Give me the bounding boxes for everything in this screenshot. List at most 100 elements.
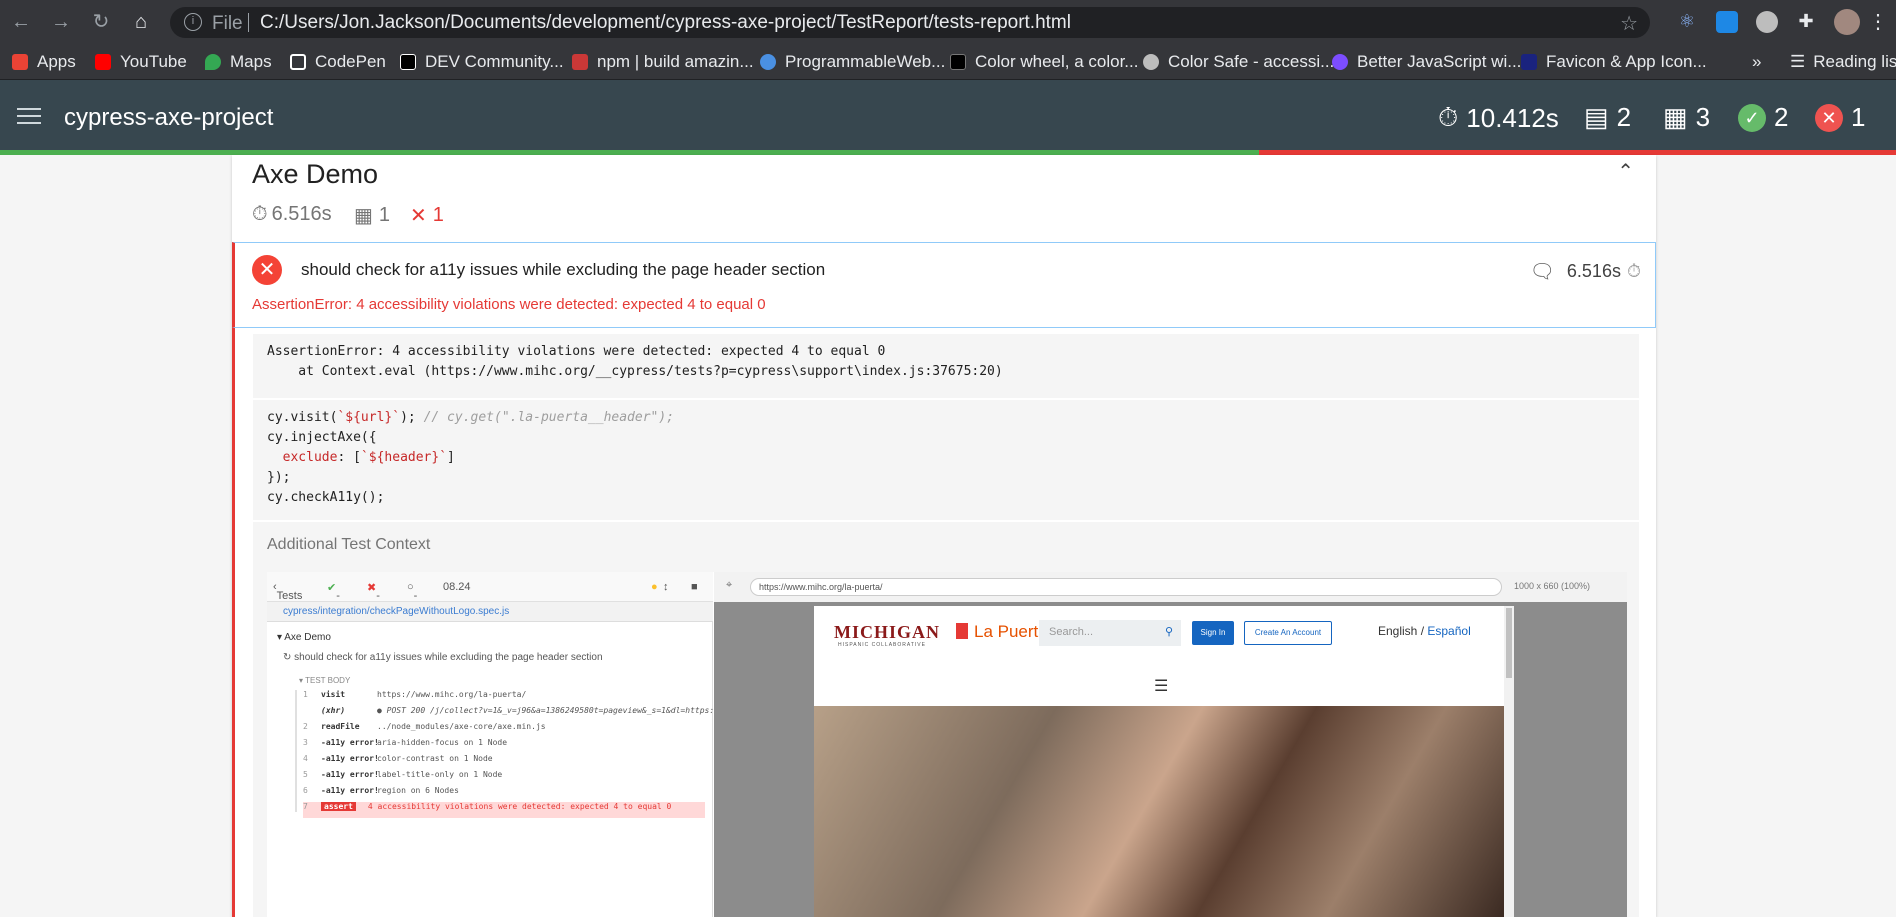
bookmark-label: Color Safe - accessi... xyxy=(1168,52,1335,71)
command-row: (xhr) ● POST 200 /j/collect?v=1&_v=j96&a=… xyxy=(321,706,777,715)
additional-context: Additional Test Context ‹ Tests ✔ -- ✖ -… xyxy=(253,522,1639,917)
bookmark-label: Apps xyxy=(37,52,76,71)
codepen-icon xyxy=(290,54,306,70)
aut-url: https://www.mihc.org/la-puerta/ xyxy=(750,578,1502,596)
extensions-puzzle-icon[interactable]: ✚ xyxy=(1795,11,1817,33)
site-search-input: Search... ⚲ xyxy=(1039,620,1181,646)
comment-icon[interactable]: 🗨 xyxy=(1530,259,1555,284)
resize-icon: ↕ xyxy=(663,581,669,593)
stop-icon: ■ xyxy=(691,581,698,593)
context-label: Additional Test Context xyxy=(267,536,431,553)
test-row[interactable]: ✕ should check for a11y issues while exc… xyxy=(232,242,1656,328)
michigan-logo-subtitle: HISPANIC COLLABORATIVE xyxy=(838,642,926,648)
reload-icon[interactable]: ↻ xyxy=(89,10,113,34)
michigan-logo: MICHIGAN xyxy=(834,622,940,642)
bookmark-color-wheel[interactable]: Color wheel, a color... xyxy=(950,52,1138,72)
site-menu-icon: ☰ xyxy=(1154,678,1169,695)
context-screenshot[interactable]: ‹ Tests ✔ -- ✖ -- ○ -- 08.24 ● ↕ ■ cypre… xyxy=(267,572,1627,917)
color-wheel-icon xyxy=(950,54,966,70)
passed-count[interactable]: ✓ 2 xyxy=(1738,102,1788,133)
bookmark-programmableweb[interactable]: ProgrammableWeb... xyxy=(760,52,945,72)
test-code: cy.visit(`${url}`); // cy.get(".la-puert… xyxy=(267,410,675,505)
suite-failed-value: 1 xyxy=(432,204,444,226)
bookmark-apps[interactable]: Apps xyxy=(12,52,76,72)
pending-stat: ○ -- xyxy=(407,581,418,614)
info-icon[interactable]: i xyxy=(184,13,202,31)
react-devtools-icon[interactable]: ⚛ xyxy=(1676,11,1698,33)
test-code-block: cy.visit(`${url}`); // cy.get(".la-puert… xyxy=(253,400,1639,520)
bookmark-label: Maps xyxy=(230,52,272,71)
favicon-icon xyxy=(1521,54,1537,70)
menu-kebab-icon[interactable]: ⋮ xyxy=(1866,10,1890,34)
report-header: cypress-axe-project ⏱ 10.412s ▤ 2 ▦ 3 ✓ 2 ✕ 1 xyxy=(0,80,1896,152)
globe-icon xyxy=(1143,54,1159,70)
bookmark-dev[interactable]: DEV Community... xyxy=(400,52,564,72)
command-row: 5 -a11y error!label-title-only on 1 Node xyxy=(303,770,503,779)
stopwatch-icon: ⏱ xyxy=(1438,102,1459,132)
failed-stat: ✖ -- xyxy=(367,582,380,614)
back-icon[interactable]: ← xyxy=(9,10,33,34)
suite-title: Axe Demo xyxy=(252,159,379,189)
failed-count[interactable]: ✕ 1 xyxy=(1815,102,1865,133)
home-icon[interactable]: ⌂ xyxy=(129,10,153,34)
clipboard-icon: ▦ xyxy=(1663,102,1688,132)
dev-icon xyxy=(400,54,416,70)
bookmark-maps[interactable]: Maps xyxy=(205,52,272,72)
bookmark-color-safe[interactable]: Color Safe - accessi... xyxy=(1143,52,1334,72)
profile-avatar[interactable] xyxy=(1834,9,1860,35)
forward-icon[interactable]: → xyxy=(49,10,73,34)
suite-failed: ✕ 1 xyxy=(410,203,444,228)
reading-list-label: Reading list xyxy=(1813,52,1896,71)
bookmark-label: ProgrammableWeb... xyxy=(785,52,946,71)
browser-toolbar: ← → ↻ ⌂ i File C:/Users/Jon.Jackson/Docu… xyxy=(0,0,1896,44)
report-content: Axe Demo ⌃ ⏱ 6.516s ▦ 1 ✕ 1 ✕ should check … xyxy=(0,155,1896,917)
aut-viewport-size: 1000 x 660 (100%) xyxy=(1514,581,1591,591)
bookmark-codepen[interactable]: CodePen xyxy=(290,52,386,72)
suite-duration-value: 6.516s xyxy=(271,203,332,225)
suite-card: Axe Demo ⌃ ⏱ 6.516s ▦ 1 ✕ 1 ✕ should check … xyxy=(232,155,1656,917)
command-row: 3 -a11y error!aria-hidden-focus on 1 Node xyxy=(303,738,508,747)
bookmark-favicon[interactable]: Favicon & App Icon... xyxy=(1521,52,1707,72)
app-under-test-panel: ⌖ https://www.mihc.org/la-puerta/ 1000 x… xyxy=(714,572,1627,917)
tests-count: ▦ 3 xyxy=(1663,102,1710,133)
x-circle-icon: ✕ xyxy=(1815,103,1843,132)
bookmarks-overflow[interactable]: » xyxy=(1752,52,1761,72)
bookmark-npm[interactable]: npm | build amazin... xyxy=(572,52,754,72)
suite-duration: ⏱ 6.516s xyxy=(252,203,332,226)
hamburger-menu-icon[interactable] xyxy=(17,108,41,126)
error-stack-text: AssertionError: 4 accessibility violatio… xyxy=(267,344,1003,379)
extension-icon[interactable] xyxy=(1716,11,1738,33)
spec-path: cypress/integration/checkPageWithoutLogo… xyxy=(283,606,510,617)
failed-value: 1 xyxy=(1851,102,1866,132)
close-icon: ✕ xyxy=(410,205,427,227)
duration-value: 10.412s xyxy=(1466,102,1559,133)
address-bar[interactable]: i File C:/Users/Jon.Jackson/Documents/de… xyxy=(170,7,1650,38)
bookmark-youtube[interactable]: YouTube xyxy=(95,52,187,72)
aut-url-bar: ⌖ https://www.mihc.org/la-puerta/ 1000 x… xyxy=(714,572,1627,602)
tests-back-link: ‹ Tests xyxy=(273,581,303,602)
la-puerta-brand: La Puerta xyxy=(956,622,1048,642)
suites-count: ▤ 2 xyxy=(1584,102,1631,133)
puzzle-icon xyxy=(760,54,776,70)
test-duration: 🗨 6.516s ⏱ xyxy=(1530,259,1641,284)
passed-value: 2 xyxy=(1774,102,1789,132)
extension-owl-icon[interactable] xyxy=(1756,11,1778,33)
test-duration-value: 6.516s xyxy=(1566,261,1621,281)
spec-path-bar: cypress/integration/checkPageWithoutLogo… xyxy=(267,602,713,622)
bookmark-label: npm | build amazin... xyxy=(597,52,754,71)
suite-tests: ▦ 1 xyxy=(354,203,390,228)
runner-suite: ▾ Axe Demo xyxy=(277,632,331,643)
bookmark-label: CodePen xyxy=(315,52,386,71)
url-text[interactable]: C:/Users/Jon.Jackson/Documents/developme… xyxy=(260,12,1071,34)
bookmark-better-js[interactable]: Better JavaScript wi... xyxy=(1332,52,1521,72)
passed-stat: ✔ -- xyxy=(327,582,340,614)
stopwatch-icon: ⏱ xyxy=(1626,261,1641,281)
status-dot-icon: ● xyxy=(651,581,658,593)
collapse-chevron-icon[interactable]: ⌃ xyxy=(1617,159,1634,184)
fail-x-icon: ✕ xyxy=(252,255,282,285)
command-row: 4 -a11y error!color-contrast on 1 Node xyxy=(303,754,493,763)
test-body-label: ▾ TEST BODY xyxy=(299,676,351,685)
reading-list[interactable]: ☰ Reading list xyxy=(1790,52,1896,72)
bookmark-star-icon[interactable]: ☆ xyxy=(1620,11,1638,36)
runner-stats-bar: ‹ Tests ✔ -- ✖ -- ○ -- 08.24 ● ↕ ■ xyxy=(267,572,713,614)
